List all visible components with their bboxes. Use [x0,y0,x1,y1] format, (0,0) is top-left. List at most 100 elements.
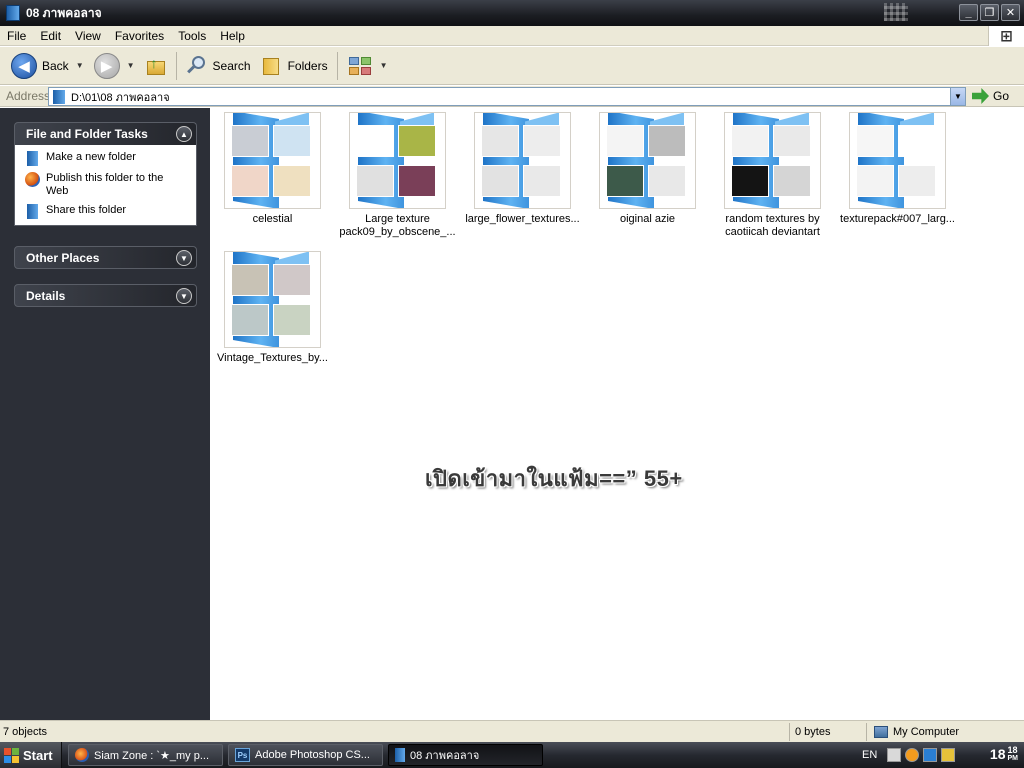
window-controls: _ ❐ ✕ [959,4,1020,21]
file-list-view: celestial Large texture pack09_by_obscen… [210,108,1024,720]
taskbar: Start Siam Zone : `★_my p... Ps Adobe Ph… [0,742,1024,768]
toolbar-separator [336,51,338,80]
overlay-caption: เปิดเข้ามาในแฟ้ม==” 55+ [425,466,683,491]
panel-title: File and Folder Tasks [26,127,148,141]
folder-window-icon [6,5,20,21]
back-label: Back [42,58,69,73]
views-button[interactable]: ▼ [342,50,393,82]
taskbar-item-label: Adobe Photoshop CS... [255,749,370,761]
folder-item[interactable]: celestial [210,112,335,226]
search-icon [186,55,208,77]
clock-hour: 18 [989,746,1006,762]
folder-thumbnail-icon [599,112,696,209]
folder-item[interactable]: texturepack#007_larg... [835,112,960,226]
search-label: Search [212,58,251,73]
details-header[interactable]: Details ▼ [14,284,197,307]
web-publish-icon [25,172,40,187]
menu-file[interactable]: File [0,29,33,43]
close-button[interactable]: ✕ [1001,4,1020,21]
folder-icon [53,89,65,104]
views-dropdown-icon[interactable]: ▼ [380,61,388,70]
other-places-header[interactable]: Other Places ▼ [14,246,197,269]
start-button[interactable]: Start [0,742,62,768]
go-button[interactable]: Go [972,88,1009,104]
antivirus-icon[interactable] [923,748,938,762]
taskbar-item-explorer[interactable]: 08 ภาพคอลาจ [388,744,543,766]
menu-tools[interactable]: Tools [171,29,213,43]
clock[interactable]: 18 18 PM [990,746,1018,763]
folder-item[interactable]: Vintage_Textures_by... [210,251,335,365]
back-dropdown-icon[interactable]: ▼ [76,61,84,70]
go-arrow-icon [972,88,989,104]
publish-folder-link[interactable]: Publish this folder to the Web [25,172,188,198]
network-icon[interactable] [887,748,902,762]
tray-app-icon[interactable] [941,748,956,762]
details-panel: Details ▼ [14,284,197,307]
address-bar: Address D:\01\08 ภาพคอลาจ ▼ Go [0,86,1024,107]
folder-thumbnail-icon [724,112,821,209]
collapse-chevron-icon[interactable]: ▲ [176,126,192,142]
folders-button[interactable]: Folders [256,50,333,82]
status-divider [789,723,790,741]
menu-help[interactable]: Help [213,29,252,43]
panel-title: Details [26,288,66,303]
back-arrow-icon: ◀ [11,52,37,79]
folders-icon [261,55,283,77]
menu-edit[interactable]: Edit [33,29,68,43]
expand-chevron-icon[interactable]: ▼ [176,288,192,304]
forward-arrow-icon: ▶ [93,52,120,79]
menu-favorites[interactable]: Favorites [108,29,171,43]
system-tray: EN 18 18 PM [858,742,1024,768]
task-pane: File and Folder Tasks ▲ Make a new folde… [0,108,210,720]
address-label: Address [6,89,51,103]
taskbar-item-firefox[interactable]: Siam Zone : `★_my p... [68,744,223,766]
menu-bar: File Edit View Favorites Tools Help ⊞ [0,26,1024,46]
folders-label: Folders [287,58,328,73]
search-button[interactable]: Search [181,50,256,82]
start-label: Start [23,747,53,763]
new-folder-icon [27,151,38,166]
folder-item[interactable]: large_flower_textures... [460,112,585,226]
task-label: Make a new folder [46,151,136,163]
back-button[interactable]: ◀ Back ▼ [6,50,89,82]
firefox-icon [75,748,89,762]
minimize-button[interactable]: _ [959,4,978,21]
folder-item[interactable]: oiginal azie [585,112,710,226]
clock-minute: 18 [1007,745,1018,755]
menu-view[interactable]: View [68,29,108,43]
clock-ampm: PM [1007,755,1019,762]
messenger-icon[interactable] [905,748,920,762]
folder-item[interactable]: random textures by caotiicah deviantart [710,112,835,239]
make-new-folder-link[interactable]: Make a new folder [25,151,188,166]
folder-thumbnail-icon [849,112,946,209]
address-path[interactable]: D:\01\08 ภาพคอลาจ [71,88,170,106]
share-folder-link[interactable]: Share this folder [25,204,188,219]
folder-thumbnail-icon [474,112,571,209]
go-label: Go [993,89,1010,103]
folder-icon [395,748,405,762]
address-dropdown-icon[interactable]: ▼ [950,88,965,105]
up-folder-button[interactable]: ↑ [140,50,172,82]
forward-button[interactable]: ▶ ▼ [89,50,140,82]
views-icon [347,55,373,77]
file-folder-tasks-header[interactable]: File and Folder Tasks ▲ [14,122,197,145]
folder-name: Vintage_Textures_by... [217,352,328,364]
folder-name: Large texture pack09_by_obscene_... [339,213,456,238]
address-field[interactable]: D:\01\08 ภาพคอลาจ ▼ [48,87,966,106]
taskbar-item-photoshop[interactable]: Ps Adobe Photoshop CS... [228,744,383,766]
taskbar-item-label: Siam Zone : `★_my p... [94,749,210,762]
panel-title: Other Places [26,250,100,265]
status-location-label: My Computer [893,726,960,738]
folder-item[interactable]: Large texture pack09_by_obscene_... [335,112,460,239]
maximize-button[interactable]: ❐ [980,4,999,21]
folder-name: texturepack#007_larg... [840,213,955,225]
taskbar-item-label: 08 ภาพคอลาจ [410,750,480,762]
language-indicator[interactable]: EN [862,749,877,761]
expand-chevron-icon[interactable]: ▼ [176,250,192,266]
status-location: My Computer [874,724,959,740]
forward-dropdown-icon[interactable]: ▼ [127,61,135,70]
photoshop-icon: Ps [235,748,250,762]
folder-name: large_flower_textures... [465,213,580,225]
other-places-panel: Other Places ▼ [14,246,197,269]
folder-name: oiginal azie [619,213,676,225]
